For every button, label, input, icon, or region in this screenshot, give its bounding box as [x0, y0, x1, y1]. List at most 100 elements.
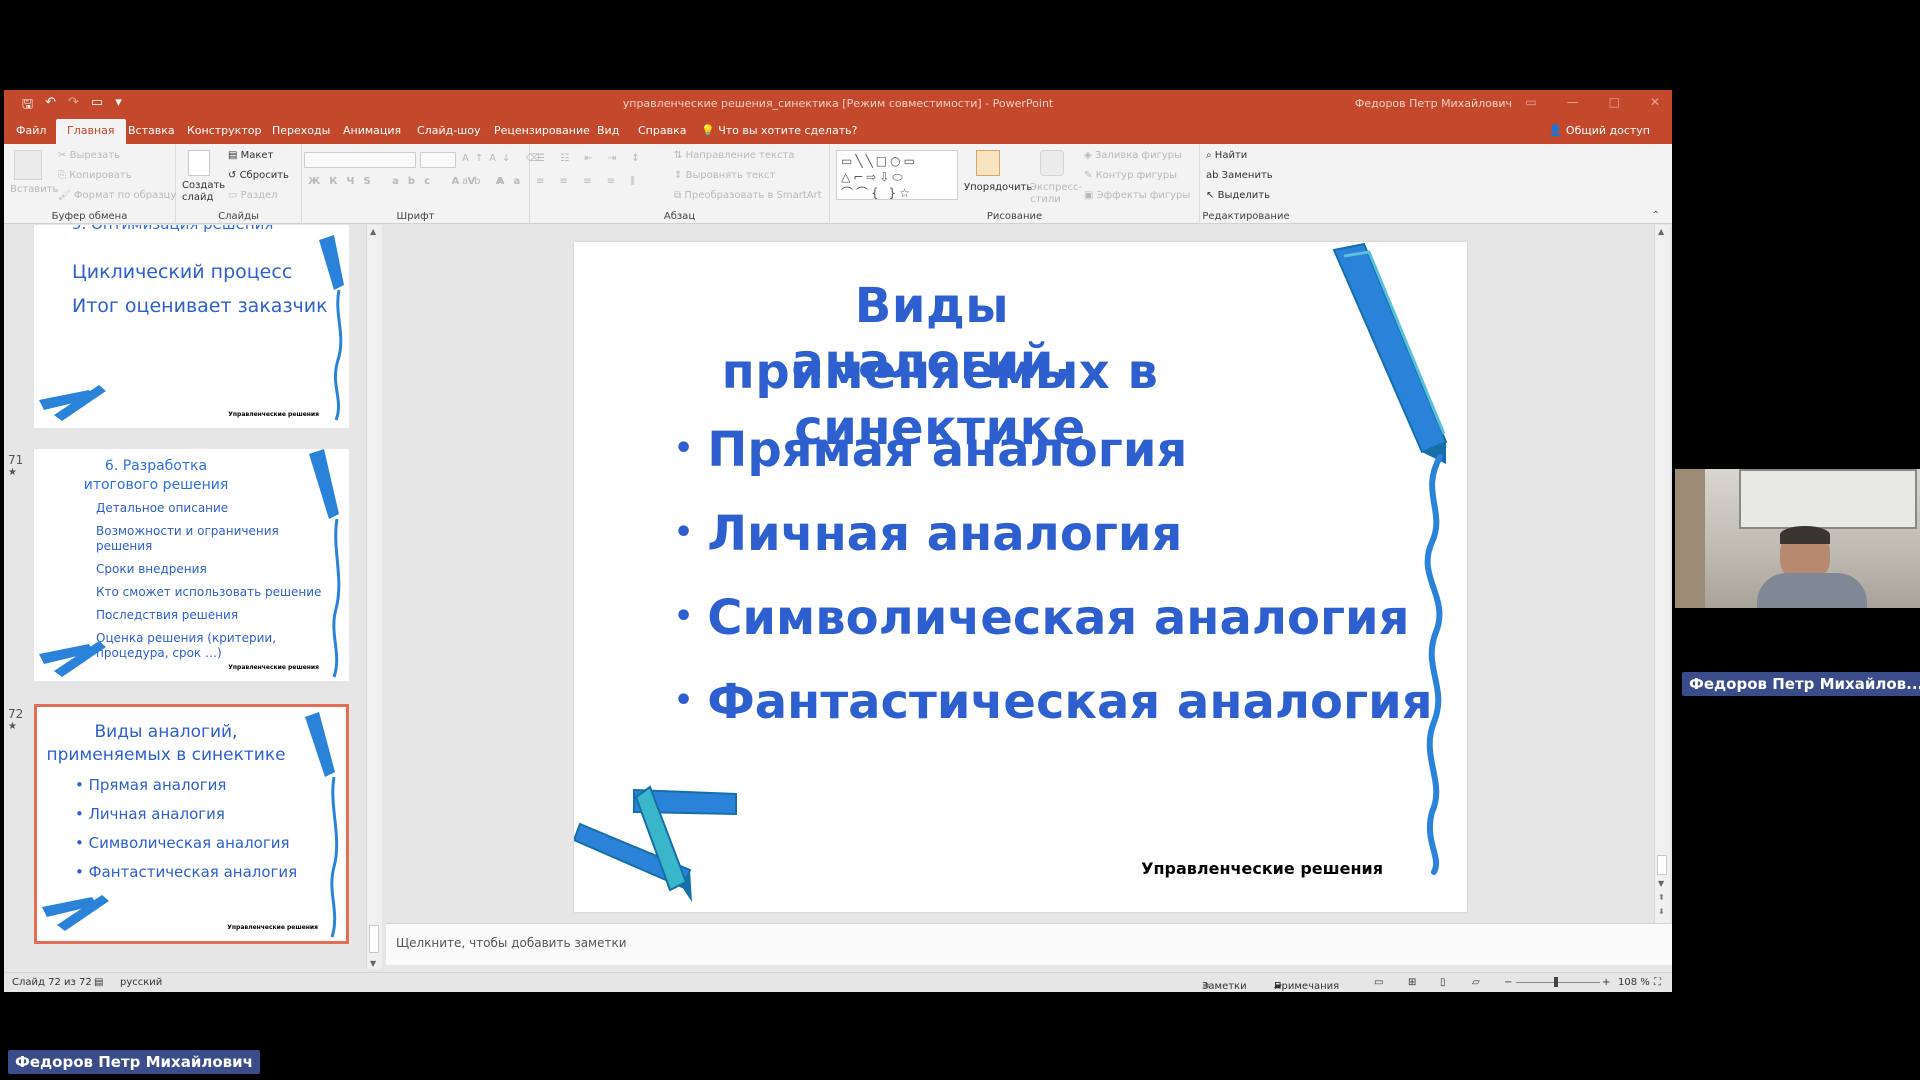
tab-review[interactable]: Рецензирование	[494, 124, 590, 137]
previous-slide-icon[interactable]: ⇞	[1658, 893, 1665, 902]
zoom-slider[interactable]	[1516, 982, 1600, 983]
new-slide-icon[interactable]	[188, 150, 210, 176]
find-button[interactable]: ⌕ Найти	[1206, 150, 1247, 161]
share-label: Общий доступ	[1565, 124, 1650, 137]
smartart-button[interactable]: ⧉ Преобразовать в SmartArt	[674, 190, 822, 201]
thumb70-pencils-graphic	[39, 235, 344, 421]
align-icons[interactable]: ≡ ≡ ≡ ≡ ⫼	[536, 176, 641, 187]
shape-outline-button[interactable]: ✎ Контур фигуры	[1084, 170, 1177, 181]
spellcheck-icon[interactable]: ▤	[94, 977, 103, 988]
format-painter-button[interactable]: 🖌 Формат по образцу	[58, 190, 176, 201]
quick-styles-button[interactable]: Экспресс-стили	[1030, 182, 1082, 206]
tab-insert[interactable]: Вставка	[128, 124, 175, 137]
group-font: A↑A↓ ⌫ ЖКЧS abc AV Aa ab A Шрифт	[302, 144, 540, 224]
arrange-button[interactable]: Упорядочить	[964, 182, 1032, 193]
zoom-slider-thumb[interactable]	[1554, 977, 1558, 987]
group-drawing: ▭╲╲□○▭ △⌐⇨⇩⬭ ⌒⌒{ }☆ Упорядочить Экспресс-с…	[830, 144, 1200, 224]
fill-icon: ◈	[1084, 150, 1092, 161]
select-button[interactable]: ↖ Выделить	[1206, 190, 1270, 201]
reset-button[interactable]: ↺ Сбросить	[228, 170, 289, 181]
tell-me-search[interactable]: 💡 Что вы хотите сделать?	[701, 124, 857, 137]
thumbnail-slide-71[interactable]: 6. Разработка итогового решения Детально…	[34, 449, 349, 681]
replace-icon: ab	[1206, 170, 1219, 181]
align-text-button[interactable]: ⇕ Выровнять текст	[674, 170, 776, 181]
font-color-icons[interactable]: ab A	[462, 176, 509, 187]
shapes-gallery[interactable]: ▭╲╲□○▭ △⌐⇨⇩⬭ ⌒⌒{ }☆	[836, 150, 958, 200]
share-button[interactable]: 👤 Общий доступ	[1549, 124, 1650, 137]
thumbnails-scrollbar[interactable]: ▲ ▼	[366, 225, 382, 969]
tab-design[interactable]: Конструктор	[187, 124, 261, 137]
copy-button[interactable]: ⎘ Копировать	[58, 170, 132, 181]
tab-view[interactable]: Вид	[597, 124, 619, 137]
tab-help[interactable]: Справка	[638, 124, 686, 137]
scroll-thumb[interactable]	[1657, 855, 1667, 875]
layout-icon: ▤	[228, 150, 238, 161]
fit-to-window-icon[interactable]: ⛶	[1654, 977, 1661, 988]
cursor-icon: ↖	[1206, 190, 1215, 201]
tab-file[interactable]: Файл	[16, 124, 46, 137]
paste-button[interactable]: Вставить	[10, 184, 58, 195]
comments-label: Примечания	[1274, 981, 1340, 992]
zoom-out-icon[interactable]: −	[1504, 977, 1512, 988]
slide-sorter-icon[interactable]: ⊞	[1408, 977, 1416, 988]
participant-name-label: Федоров Петр Михайлов...	[1682, 672, 1920, 696]
text-direction-button[interactable]: ⇅ Направление текста	[674, 150, 795, 161]
text-direction-icon: ⇅	[674, 150, 683, 161]
zoom-in-icon[interactable]: +	[1602, 977, 1610, 988]
close-icon[interactable]: ✕	[1650, 95, 1660, 109]
thumbnail-number-71: 71	[8, 453, 24, 467]
section-button[interactable]: ▭ Раздел	[228, 190, 278, 201]
new-slide-button[interactable]: Создать слайд	[182, 180, 225, 204]
next-slide-icon[interactable]: ⇟	[1658, 907, 1665, 916]
thumbnail-slide-70[interactable]: 5. Оптимизация решения Циклический проце…	[34, 225, 349, 428]
replace-button[interactable]: ab Заменить	[1206, 170, 1273, 181]
minimize-icon[interactable]: —	[1567, 95, 1579, 109]
shape-fill-button[interactable]: ◈ Заливка фигуры	[1084, 150, 1182, 161]
list-icons[interactable]: ☰ ☷ ⇤ ⇥ ↕	[536, 153, 646, 164]
arrange-icon[interactable]	[976, 150, 1000, 176]
cut-button[interactable]: ✂ Вырезать	[58, 150, 120, 161]
scroll-down-icon[interactable]: ▼	[370, 959, 376, 968]
shape-outline-label: Контур фигуры	[1095, 170, 1178, 181]
scroll-down-icon[interactable]: ▼	[1658, 879, 1664, 888]
scroll-up-icon[interactable]: ▲	[370, 227, 376, 236]
brush-icon: 🖌	[58, 190, 71, 201]
tab-home[interactable]: Главная	[56, 119, 126, 144]
scroll-up-icon[interactable]: ▲	[1658, 227, 1664, 236]
ribbon-tabs: Файл Главная Вставка Конструктор Переход…	[4, 118, 1672, 144]
video-person-hair	[1780, 526, 1830, 544]
group-label-drawing: Рисование	[986, 211, 1043, 222]
normal-view-icon[interactable]: ▭	[1374, 977, 1383, 988]
format-painter-label: Формат по образцу	[73, 190, 177, 201]
slide-scrollbar[interactable]: ▲ ▼ ⇞ ⇟	[1654, 225, 1670, 923]
tab-animations[interactable]: Анимация	[343, 124, 401, 137]
tab-slideshow[interactable]: Слайд-шоу	[417, 124, 480, 137]
collapse-ribbon-icon[interactable]: ⌃	[1652, 210, 1660, 221]
tab-transitions[interactable]: Переходы	[272, 124, 330, 137]
maximize-icon[interactable]: □	[1609, 95, 1620, 109]
layout-label: Макет	[240, 150, 274, 161]
user-name[interactable]: Федоров Петр Михайлович	[1355, 97, 1512, 110]
group-label-editing: Редактирование	[1202, 211, 1290, 222]
quick-styles-icon[interactable]	[1040, 150, 1064, 176]
layout-button[interactable]: ▤ Макет	[228, 150, 273, 161]
section-icon: ▭	[228, 190, 238, 201]
slide-counter: Слайд 72 из 72	[12, 977, 92, 988]
paste-icon[interactable]	[14, 150, 42, 180]
font-family-select[interactable]	[304, 152, 416, 168]
thumbnail-slide-72[interactable]: Виды аналогий, применяемых в синектике •…	[34, 704, 349, 944]
font-size-select[interactable]	[420, 152, 456, 168]
ribbon-display-icon[interactable]: ▭	[1525, 95, 1536, 109]
language-indicator[interactable]: русский	[120, 977, 162, 988]
shape-effects-button[interactable]: ▣ Эффекты фигуры	[1084, 190, 1190, 201]
star-icon: ★	[8, 721, 17, 732]
notes-pane[interactable]: Щелкните, чтобы добавить заметки	[386, 923, 1672, 965]
reset-label: Сбросить	[239, 170, 289, 181]
zoom-level[interactable]: 108 %	[1618, 977, 1650, 988]
current-slide[interactable]: Виды аналогий, применяемых в синектике П…	[574, 242, 1467, 912]
slideshow-view-icon[interactable]: ▱	[1472, 977, 1480, 988]
notes-placeholder[interactable]: Щелкните, чтобы добавить заметки	[396, 936, 627, 950]
reading-view-icon[interactable]: ▯	[1440, 977, 1446, 988]
scroll-thumb[interactable]	[369, 925, 379, 953]
tell-me-label: Что вы хотите сделать?	[718, 124, 858, 137]
